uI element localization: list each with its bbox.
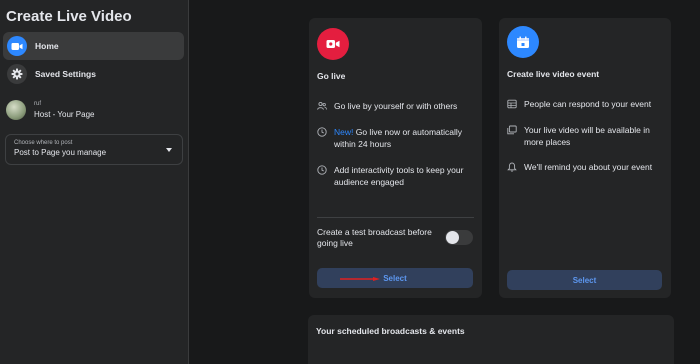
live-video-icon — [317, 28, 349, 60]
grid-icon — [507, 99, 517, 109]
nav-label-home: Home — [35, 41, 59, 51]
post-destination-caption: Choose where to post — [14, 140, 73, 146]
post-destination-select[interactable]: Choose where to post Post to Page you ma… — [5, 134, 183, 165]
host-profile: ruf Host - Your Page — [6, 100, 94, 120]
post-destination-value: Post to Page you manage — [14, 148, 107, 157]
go-live-card: Go live Go live by yourself or with othe… — [309, 18, 482, 298]
page-title: Create Live Video — [6, 8, 132, 25]
host-role: Host - Your Page — [34, 110, 95, 119]
live-event-select-button[interactable]: Select — [507, 270, 662, 290]
go-live-feature-text: Add interactivity tools to keep your aud… — [334, 165, 464, 187]
live-event-feature: People can respond to your event — [507, 98, 665, 110]
test-broadcast-toggle[interactable] — [445, 230, 473, 245]
sidebar: Create Live Video Home Saved Settings ru… — [0, 0, 189, 364]
live-event-title: Create live video event — [507, 69, 600, 79]
toggle-knob — [446, 231, 459, 244]
nav-item-home[interactable]: Home — [3, 32, 184, 60]
gear-icon — [7, 64, 27, 84]
live-event-card: Create live video event People can respo… — [499, 18, 671, 298]
go-live-feature-text: Go live by yourself or with others — [334, 101, 458, 111]
live-event-feature-text: Your live video will be available in mor… — [524, 125, 650, 147]
video-camera-icon — [7, 36, 27, 56]
nav-item-saved-settings[interactable]: Saved Settings — [3, 60, 184, 88]
scheduled-card — [308, 315, 674, 364]
bell-icon — [507, 162, 517, 172]
go-live-feature: Add interactivity tools to keep your aud… — [317, 164, 475, 188]
live-event-feature: Your live video will be available in mor… — [507, 124, 665, 148]
test-broadcast-label: Create a test broadcast before going liv… — [317, 227, 432, 248]
go-live-title: Go live — [317, 71, 346, 81]
host-name: ruf — [34, 101, 42, 107]
people-icon — [317, 101, 327, 110]
calendar-icon — [507, 26, 539, 58]
annotation-arrow-icon — [340, 277, 380, 281]
go-live-feature: Go live by yourself or with others — [317, 100, 475, 112]
live-event-feature-text: People can respond to your event — [524, 99, 652, 109]
live-event-feature: We'll remind you about your event — [507, 161, 665, 173]
avatar — [6, 100, 26, 120]
stack-icon — [507, 125, 517, 135]
go-live-feature-text: Go live now or automatically within 24 h… — [334, 127, 463, 149]
clock-icon — [317, 127, 327, 137]
live-event-feature-text: We'll remind you about your event — [524, 162, 653, 172]
clock-icon — [317, 165, 327, 175]
new-badge: New! — [334, 127, 354, 137]
divider — [317, 217, 474, 218]
go-live-feature: New! Go live now or automatically within… — [317, 126, 475, 150]
chevron-down-icon — [166, 148, 172, 152]
scheduled-title: Your scheduled broadcasts & events — [316, 326, 465, 336]
nav-label-saved-settings: Saved Settings — [35, 69, 96, 79]
